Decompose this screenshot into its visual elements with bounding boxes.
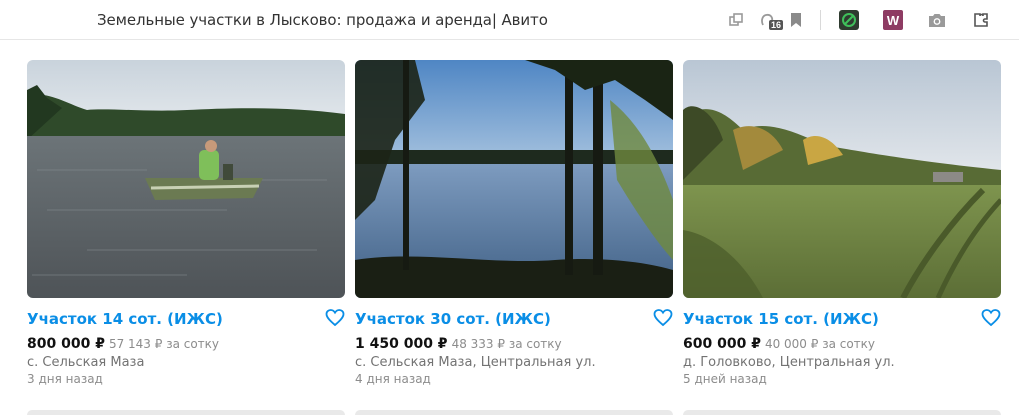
green-extension-icon[interactable] xyxy=(838,9,860,31)
listing-date: 4 дня назад xyxy=(355,372,431,386)
next-listing-photo-edge xyxy=(683,410,1001,415)
listing-title[interactable]: Участок 30 сот. (ИЖС) xyxy=(355,310,673,328)
listing-address: с. Сельская Маза xyxy=(27,355,145,370)
favorite-heart-icon[interactable] xyxy=(653,308,673,328)
tabs-count-icon[interactable]: 16 xyxy=(757,9,784,31)
browser-title-bar: Земельные участки в Лысково: продажа и а… xyxy=(0,0,1019,40)
price-row: 1 450 000 ₽48 333 ₽ за сотку xyxy=(355,333,673,352)
price-per-sotka: 40 000 ₽ за сотку xyxy=(764,337,876,351)
listing-date: 5 дней назад xyxy=(683,372,767,386)
listing-photo[interactable] xyxy=(355,60,673,298)
page-title: Земельные участки в Лысково: продажа и а… xyxy=(97,11,548,29)
bookmark-icon[interactable] xyxy=(785,9,807,31)
next-listing-photo-edge xyxy=(27,410,345,415)
next-listing-photo-edge xyxy=(355,410,673,415)
svg-text:W: W xyxy=(887,13,900,28)
listing-title[interactable]: Участок 14 сот. (ИЖС) xyxy=(27,310,345,328)
listing-address: д. Головково, Центральная ул. xyxy=(683,355,895,370)
listing-photo[interactable] xyxy=(683,60,1001,298)
toolbar-separator xyxy=(820,10,821,30)
listing-address: с. Сельская Маза, Центральная ул. xyxy=(355,355,596,370)
listing-card[interactable]: Участок 30 сот. (ИЖС) 1 450 000 ₽48 333 … xyxy=(355,60,673,386)
price-row: 800 000 ₽57 143 ₽ за сотку xyxy=(27,333,345,352)
tab-count-badge: 16 xyxy=(769,20,784,30)
listing-card[interactable]: Участок 14 сот. (ИЖС) 800 000 ₽57 143 ₽ … xyxy=(27,60,345,386)
listing-price: 1 450 000 ₽ xyxy=(355,336,448,352)
camera-icon[interactable] xyxy=(926,9,948,31)
w-extension-icon[interactable]: W xyxy=(882,9,904,31)
copy-icon[interactable] xyxy=(725,9,747,31)
listing-price: 800 000 ₽ xyxy=(27,336,105,352)
puzzle-extension-icon[interactable] xyxy=(970,9,992,31)
listing-price: 600 000 ₽ xyxy=(683,336,761,352)
favorite-heart-icon[interactable] xyxy=(325,308,345,328)
price-per-sotka: 48 333 ₽ за сотку xyxy=(451,337,562,351)
listing-date: 3 дня назад xyxy=(27,372,103,386)
listing-title[interactable]: Участок 15 сот. (ИЖС) xyxy=(683,310,1001,328)
listing-card[interactable]: Участок 15 сот. (ИЖС) 600 000 ₽40 000 ₽ … xyxy=(683,60,1001,386)
listing-photo[interactable] xyxy=(27,60,345,298)
price-per-sotka: 57 143 ₽ за сотку xyxy=(108,337,220,351)
price-row: 600 000 ₽40 000 ₽ за сотку xyxy=(683,333,1001,352)
favorite-heart-icon[interactable] xyxy=(981,308,1001,328)
